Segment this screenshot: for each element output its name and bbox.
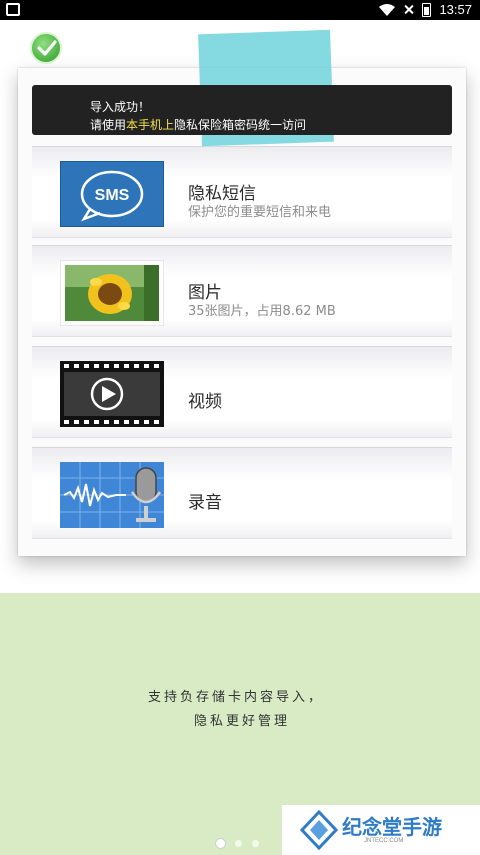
page-indicator <box>216 839 259 848</box>
item-subtitle-sms: 保护您的重要短信和来电 <box>188 205 332 220</box>
list-item-video[interactable]: 视频 <box>32 346 452 438</box>
item-title-recording: 录音 <box>188 493 222 513</box>
watermark: 纪念堂手游 JNTECC.COM <box>282 805 480 855</box>
banner-message-prefix: 请使用 <box>90 118 127 132</box>
list-item-sms[interactable]: SMS 隐私短信 保护您的重要短信和来电 <box>32 146 452 238</box>
list-item-photos[interactable]: 图片 35张图片，占用8.62 MB <box>32 245 452 337</box>
status-bar: 13:57 <box>0 0 480 20</box>
no-sim-icon <box>403 4 414 15</box>
feature-note-line2: 隐私更好管理 <box>194 714 291 729</box>
sms-icon: SMS <box>60 161 164 227</box>
microphone-icon <box>60 462 164 528</box>
status-time: 13:57 <box>439 2 472 17</box>
sms-icon-text: SMS <box>95 187 130 204</box>
page-dot-3[interactable] <box>252 840 259 847</box>
watermark-logo-icon <box>300 810 338 850</box>
banner-message-suffix: 隐私保险箱密码统一访问 <box>174 118 307 132</box>
photo-icon <box>60 260 164 326</box>
banner-title: 导入成功！ <box>90 100 151 114</box>
success-check-icon <box>30 32 62 64</box>
video-icon <box>60 361 164 427</box>
page-dot-2[interactable] <box>235 840 242 847</box>
list-item-recording[interactable]: 录音 <box>32 447 452 539</box>
watermark-sub: JNTECC.COM <box>364 838 404 844</box>
battery-icon <box>422 2 432 17</box>
item-subtitle-photos: 35张图片，占用8.62 MB <box>188 304 336 319</box>
watermark-title: 纪念堂手游 <box>342 815 442 839</box>
banner-message-highlight: 本手机上 <box>126 118 175 132</box>
banner-message: 请使用本手机上隐私保险箱密码统一访问 <box>90 116 306 133</box>
item-title-video: 视频 <box>188 392 222 412</box>
page-dot-1[interactable] <box>216 839 225 848</box>
wifi-icon <box>379 3 396 16</box>
notification-icon <box>6 3 20 16</box>
feature-note-line1: 支持负存储卡内容导入， <box>148 690 325 705</box>
